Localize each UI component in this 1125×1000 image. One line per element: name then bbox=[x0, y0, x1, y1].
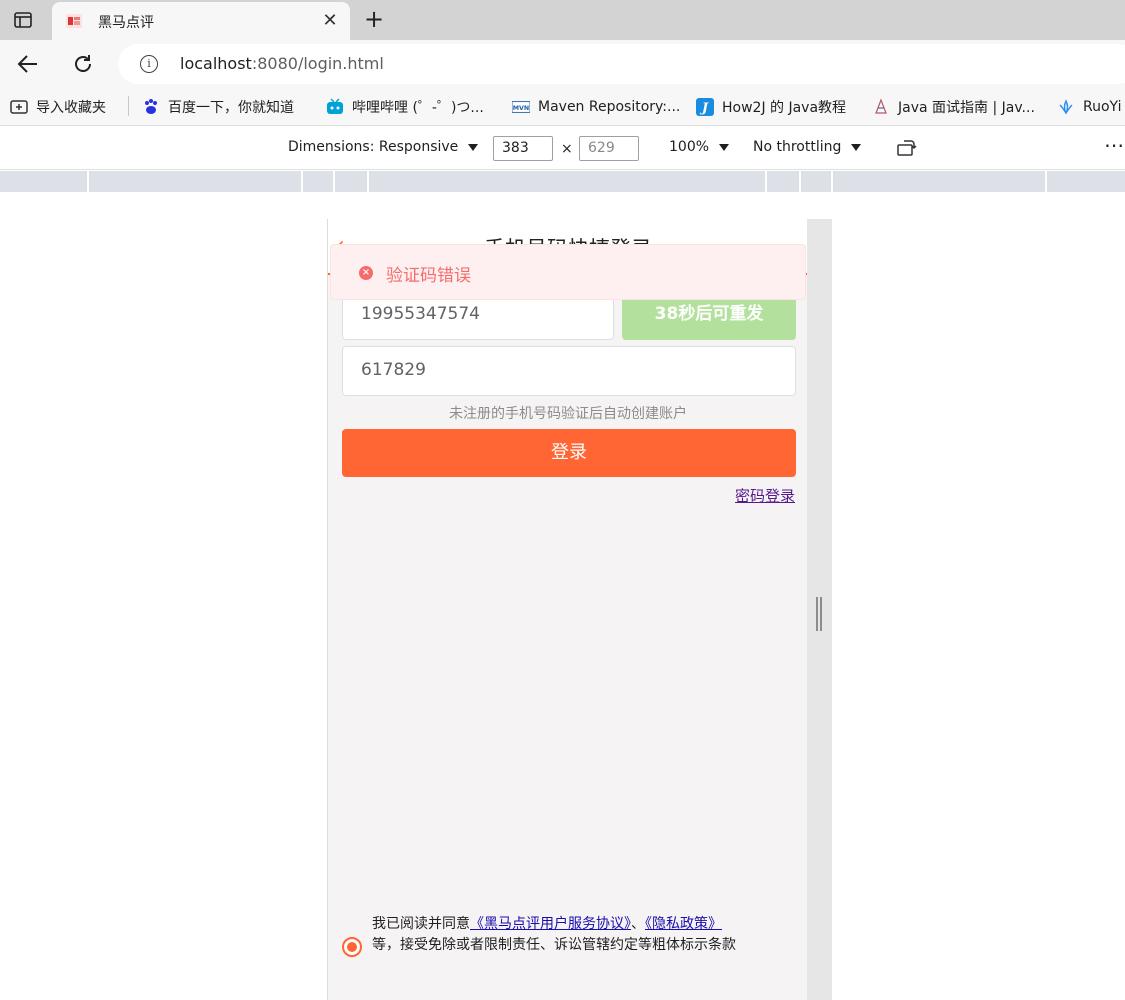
radio-selected-dot bbox=[347, 942, 357, 952]
site-info-icon[interactable]: i bbox=[140, 55, 158, 73]
import-icon bbox=[10, 100, 28, 114]
chevron-down-icon bbox=[468, 143, 479, 151]
agreement-section: 我已阅读并同意《黑马点评用户服务协议》、《隐私政策》 等，接受免除或者限制责任、… bbox=[328, 909, 807, 969]
device-toolbar: Dimensions: Responsive 383 × 629 100% No… bbox=[0, 127, 1125, 170]
width-input[interactable]: 383 bbox=[493, 136, 553, 161]
viewport-resize-handle[interactable] bbox=[807, 219, 832, 1000]
new-tab-button[interactable]: + bbox=[360, 6, 388, 34]
java-guide-icon bbox=[875, 98, 887, 114]
register-hint: 未注册的手机号码验证后自动创建账户 bbox=[449, 406, 687, 422]
bookmark-maven[interactable]: MVN Maven Repository:... bbox=[512, 96, 680, 118]
agreement-line: 我已阅读并同意《黑马点评用户服务协议》、《隐私政策》 bbox=[372, 916, 722, 932]
bookmark-divider bbox=[128, 96, 129, 116]
baidu-icon bbox=[145, 99, 157, 114]
error-icon: × bbox=[359, 266, 373, 280]
back-icon[interactable] bbox=[13, 50, 43, 78]
bookmarks-bar: 导入收藏夹 百度一下，你就知道 哔哩哔哩 (゜-゜)つ... MVN Maven… bbox=[0, 88, 1125, 126]
service-agreement-link[interactable]: 《黑马点评用户服务协议》 bbox=[470, 916, 631, 932]
privacy-policy-link[interactable]: 《隐私政策》 bbox=[645, 916, 722, 932]
address-bar[interactable]: i localhost:8080/login.html bbox=[118, 44, 1125, 84]
svg-text:MVN: MVN bbox=[513, 105, 529, 112]
verification-code-input[interactable]: 617829 bbox=[342, 346, 796, 396]
more-options-icon[interactable]: ⋯ bbox=[1104, 133, 1125, 157]
height-input[interactable]: 629 bbox=[579, 136, 639, 161]
maven-icon: MVN bbox=[512, 101, 530, 113]
tab-actions-icon bbox=[14, 12, 32, 28]
browser-tab[interactable]: 黑马点评 ✕ bbox=[52, 2, 350, 40]
bookmark-java-guide[interactable]: Java 面试指南 | Jav... bbox=[872, 96, 1035, 118]
tab-close-icon[interactable]: ✕ bbox=[320, 11, 340, 31]
chevron-down-icon bbox=[719, 143, 730, 151]
navigation-bar: i localhost:8080/login.html bbox=[0, 40, 1125, 88]
resize-grip-icon bbox=[816, 597, 822, 631]
bookmark-import[interactable]: 导入收藏夹 bbox=[10, 96, 106, 118]
how2j-icon: J bbox=[696, 98, 714, 116]
agreement-terms: 等，接受免除或者限制责任、诉讼管辖约定等粗体标示条款 bbox=[372, 937, 736, 953]
media-query-ruler bbox=[0, 171, 1125, 192]
dimension-separator: × bbox=[561, 141, 573, 157]
tab-title: 黑马点评 bbox=[98, 15, 154, 31]
error-toast: × 验证码错误 bbox=[330, 244, 806, 300]
bookmark-how2j[interactable]: J How2J 的 Java教程 bbox=[696, 96, 846, 118]
dimensions-dropdown[interactable]: Dimensions: Responsive bbox=[288, 139, 479, 155]
zoom-dropdown[interactable]: 100% bbox=[669, 139, 730, 155]
reload-icon[interactable] bbox=[68, 50, 98, 78]
url-text: localhost:8080/login.html bbox=[180, 54, 384, 73]
bilibili-icon bbox=[327, 98, 343, 114]
tab-actions-button[interactable] bbox=[6, 6, 40, 34]
heima-favicon-icon bbox=[66, 14, 82, 28]
device-viewport: ‹ 手机号码快捷登录 19955347574 38秒后可重发 × 验证码错误 6… bbox=[327, 219, 807, 1000]
login-button[interactable]: 登录 bbox=[342, 429, 796, 477]
tab-strip: 黑马点评 ✕ + bbox=[0, 0, 1125, 40]
ruoyi-icon bbox=[1059, 99, 1073, 115]
bookmark-ruoyi[interactable]: RuoYi bbox=[1057, 96, 1121, 118]
agree-radio[interactable] bbox=[342, 937, 362, 957]
bookmark-bilibili[interactable]: 哔哩哔哩 (゜-゜)つ... bbox=[326, 96, 484, 118]
chevron-down-icon bbox=[851, 143, 862, 151]
password-login-link[interactable]: 密码登录 bbox=[735, 485, 795, 506]
toast-message: 验证码错误 bbox=[386, 266, 471, 286]
rotate-icon[interactable] bbox=[896, 138, 918, 162]
throttling-dropdown[interactable]: No throttling bbox=[753, 139, 862, 155]
bookmark-baidu[interactable]: 百度一下，你就知道 bbox=[142, 96, 294, 118]
